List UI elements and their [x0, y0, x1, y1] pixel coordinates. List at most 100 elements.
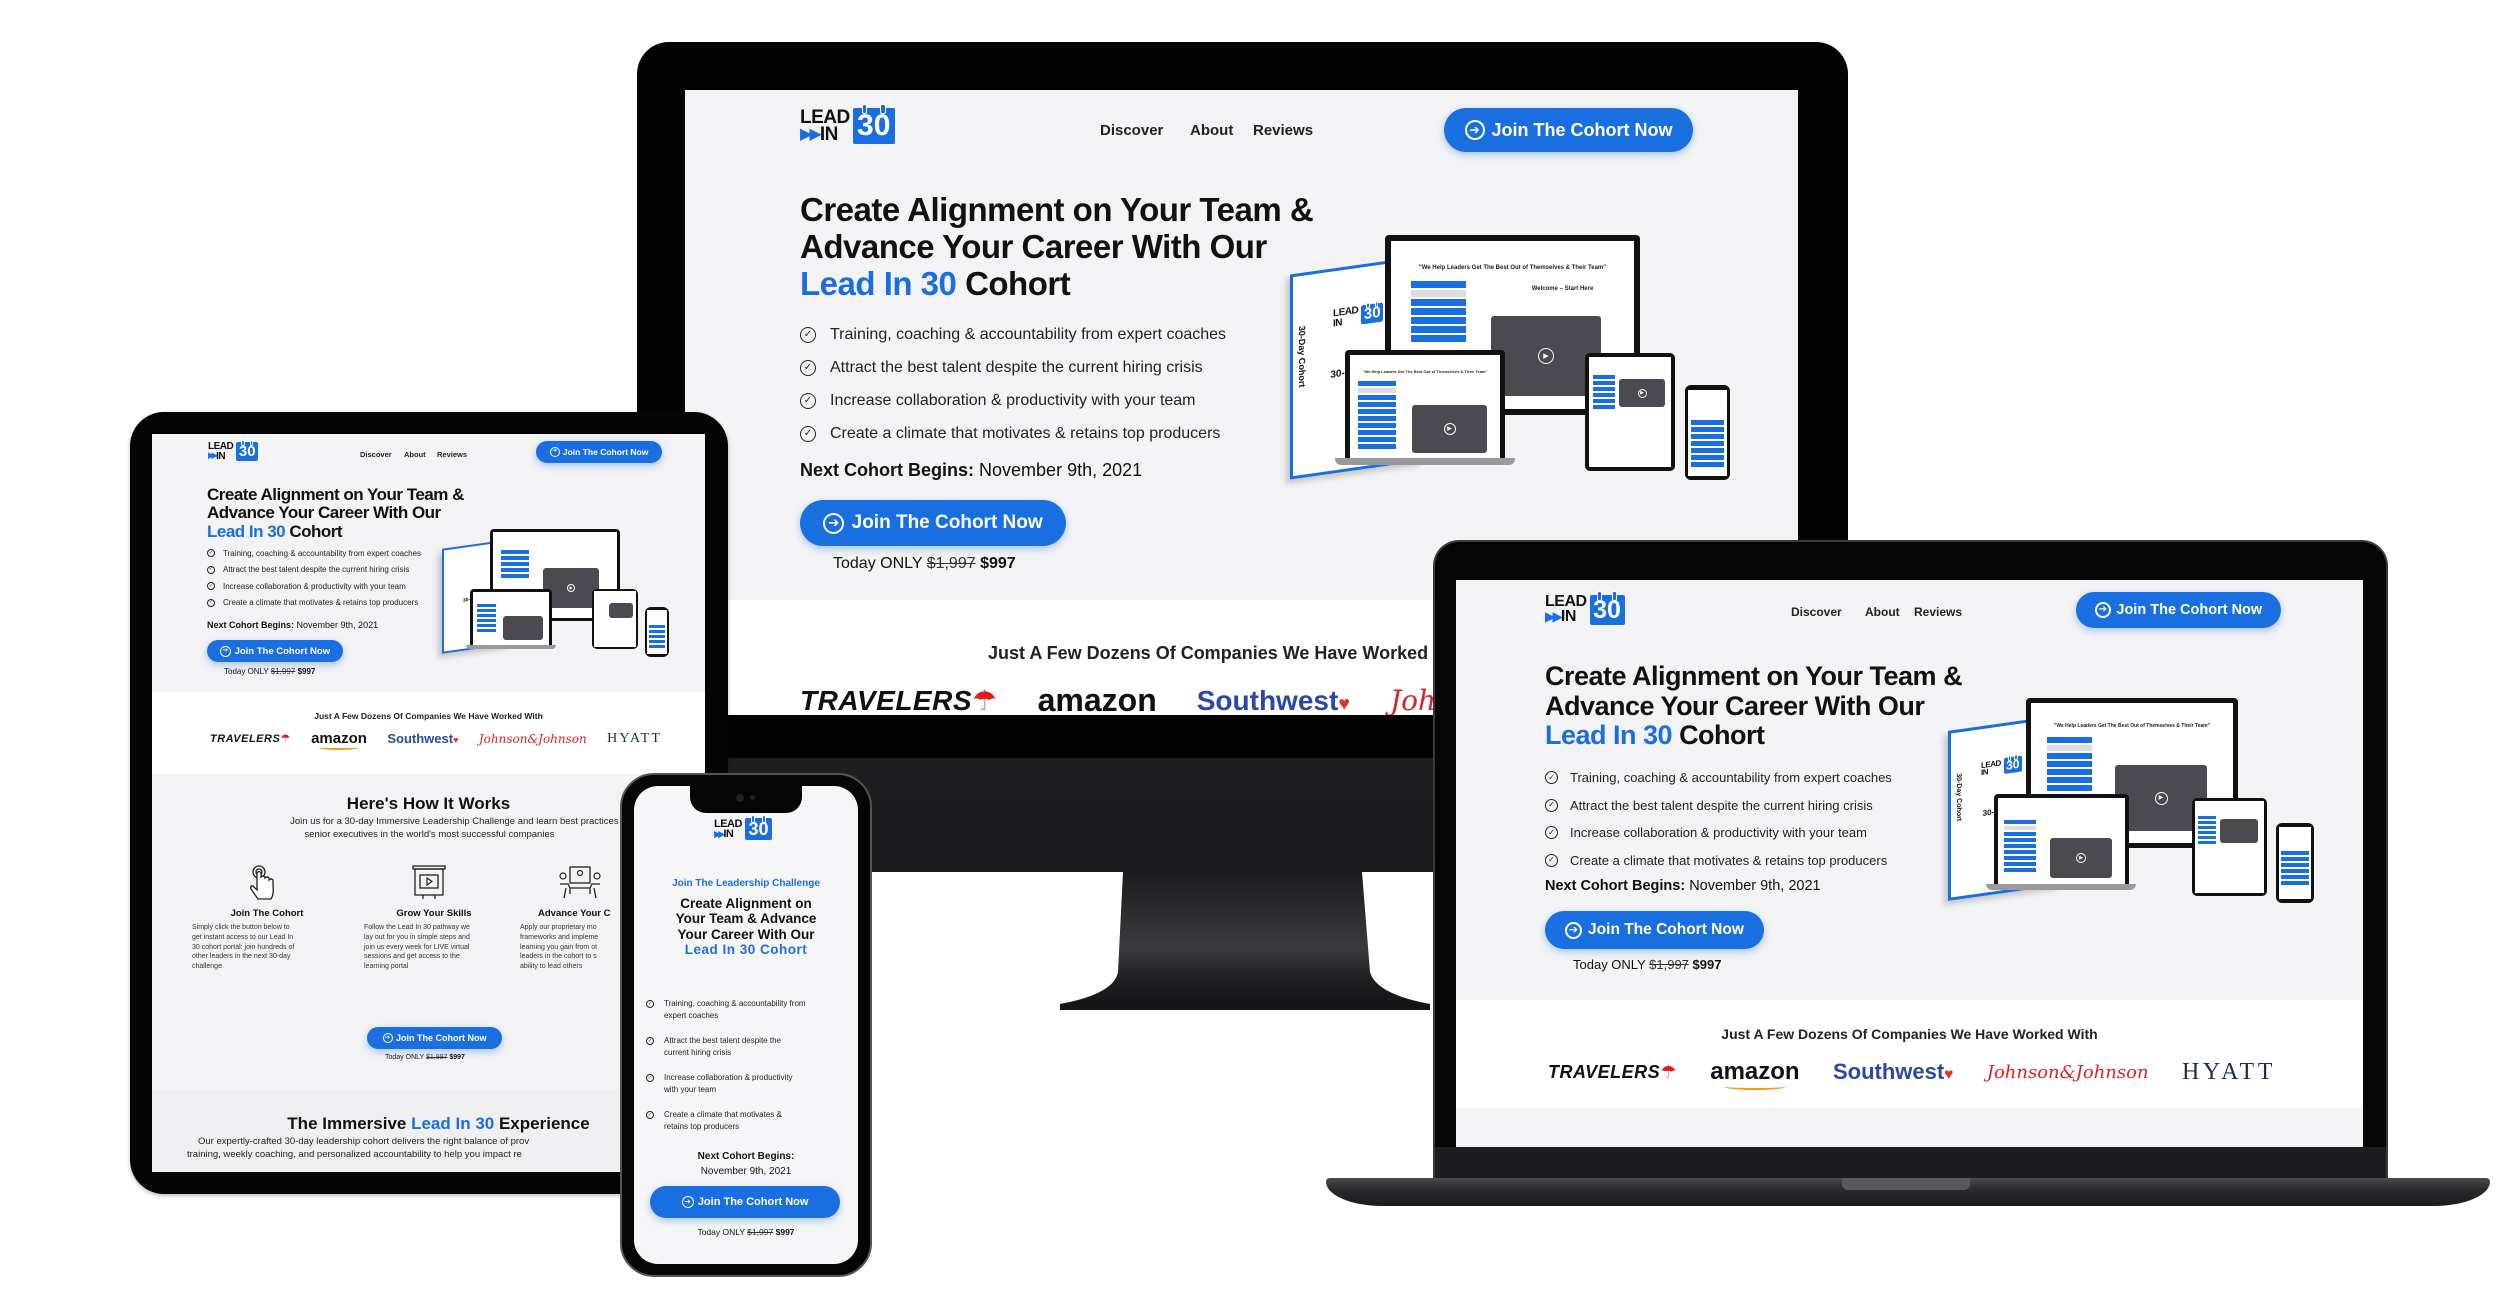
price-new: $997 [775, 1227, 795, 1237]
tap-hand-icon [250, 865, 274, 900]
companies-title: Just A Few Dozens Of Companies We Have W… [1721, 1026, 2098, 1042]
benefit-item: ✓ Create a climate that motivates & retai… [1545, 847, 1892, 875]
nav-reviews[interactable]: Reviews [437, 450, 467, 459]
benefit-line: current hiring crisis [664, 1048, 732, 1058]
check-circle-icon: ✓ [1545, 853, 1558, 867]
laptop-trackpad-notch [1842, 1178, 1970, 1190]
logo-text: TRAVELERS [800, 685, 972, 715]
next-cohort-label: Next Cohort Begins: [800, 460, 975, 480]
logo-travelers: TRAVELERS☂ [800, 684, 998, 715]
companies-title: Just A Few Dozens Of Companies We Have W… [988, 643, 1472, 663]
logo-word-in: IN [1560, 608, 1577, 625]
price-new: $997 [449, 1054, 465, 1061]
nav-about[interactable]: About [404, 450, 426, 459]
brand-logo[interactable]: LEAD ▶▶ IN 30 [714, 815, 772, 840]
hero-join-cohort-button[interactable]: ➔ Join The Cohort Now [800, 500, 1066, 546]
umbrella-icon: ☂ [280, 733, 291, 745]
brand-logo[interactable]: LEAD ▶▶ IN 30 [208, 439, 259, 461]
benefit-line: with your team [664, 1085, 717, 1095]
benefit-item: ✓ Create a climate that motivates & retain… [646, 1109, 806, 1146]
mockup-tablet [2192, 798, 2267, 896]
logo-number: 30 [748, 819, 769, 839]
mockup-laptop-base [1986, 884, 2136, 890]
next-cohort-date: November 9th, 2021 [1689, 878, 1821, 894]
mockup-laptop [470, 589, 552, 645]
calendar-icon: 30 [1361, 302, 1384, 325]
experience-text: Our expertly-crafted 30-day leadership c… [187, 1136, 529, 1162]
mobile-join-cohort-button[interactable]: ➔ Join The Cohort Now [650, 1186, 840, 1218]
mobile-hero-title: Create Alignment on Your Team & Advance … [634, 896, 858, 958]
nav-discover[interactable]: Discover [1100, 122, 1163, 139]
brand-logo[interactable]: LEAD ▶▶ IN 30 [1545, 591, 1625, 625]
button-label: Join The Cohort Now [2116, 602, 2263, 618]
button-label: Join The Cohort Now [1491, 119, 1673, 140]
nav-about[interactable]: About [1190, 122, 1233, 139]
mockup-laptop-base [1335, 458, 1515, 465]
header-join-cohort-button[interactable]: ➔ Join The Cohort Now [536, 441, 662, 463]
price-line: Today ONLY $1,997 $997 [224, 667, 315, 676]
benefit-text: Training, coaching & accountability from… [1570, 770, 1892, 786]
logo-amazon: amazon [1038, 682, 1157, 715]
next-cohort-date: November 9th, 2021 [296, 620, 379, 630]
nav-discover[interactable]: Discover [1791, 605, 1842, 619]
step-text: Follow the Lead In 30 pathway we lay out … [364, 923, 504, 972]
benefit-text: Training, coaching & accountability from… [664, 998, 806, 1023]
logo-word-in: IN [723, 828, 734, 840]
nav-reviews[interactable]: Reviews [1253, 122, 1313, 139]
brand-logo[interactable]: LEAD ▶▶ IN 30 [800, 103, 895, 145]
step-join: Join The Cohort Simply click the button … [192, 864, 337, 972]
product-mockup-image: 30-Day Cohort ▶ [440, 529, 680, 669]
hero-title: Create Alignment on Your Team & Advance … [1545, 661, 1963, 751]
mockup-headline: "We Help Leaders Get The Best Out of The… [1418, 265, 1607, 271]
mockup-tablet [592, 589, 638, 649]
logo-word-in: IN [1333, 316, 1342, 329]
logo-word-in: IN [819, 124, 839, 145]
logo-amazon: amazon [311, 730, 367, 750]
benefit-text: Increase collaboration & productivity wi… [223, 581, 406, 591]
nav-about[interactable]: About [1865, 605, 1900, 619]
next-cohort-label: Next Cohort Begins: [1545, 878, 1686, 894]
benefit-line: Create a climate that motivates & [664, 1110, 782, 1119]
check-circle-icon: ✓ [800, 326, 816, 343]
play-icon: ▶ [1443, 423, 1456, 435]
benefit-item: ✓ Attract the best talent despite the curr… [646, 1035, 806, 1072]
nav-reviews[interactable]: Reviews [1914, 605, 1962, 619]
benefit-item: ✓ Increase collaboration & productivity w… [1545, 819, 1892, 847]
how-it-works-join-button[interactable]: ➔ Join The Cohort Now [367, 1027, 502, 1049]
box-spine-label: 30-Day Cohort [1297, 324, 1307, 388]
logo-travelers: TRAVELERS☂ [210, 732, 291, 745]
step-line: sessions and get access to the [364, 953, 460, 961]
check-circle-icon: ✓ [207, 582, 215, 591]
calendar-icon: 30 [1589, 591, 1625, 625]
check-circle-icon: ✓ [1545, 826, 1558, 840]
experience-line: training, weekly coaching, and personali… [187, 1148, 522, 1160]
header-join-cohort-button[interactable]: ➔ Join The Cohort Now [2076, 592, 2281, 628]
benefit-item: ✓ Training, coaching & accountability fro… [646, 998, 806, 1035]
calendar-icon: 30 [2003, 755, 2022, 775]
hero-join-cohort-button[interactable]: ➔ Join The Cohort Now [207, 640, 343, 662]
hero-benefits-list: ✓ Training, coaching & accountability fro… [1545, 764, 1892, 874]
mockup-phone [1685, 385, 1730, 480]
benefit-text: Increase collaboration & productivity wi… [830, 391, 1196, 409]
box-logo: LEAD IN 30 [1333, 302, 1384, 329]
logo-johnson-johnson: Johnson&Johnson [1986, 1061, 2149, 1083]
benefit-item: ✓ Create a climate that motivates & retai… [207, 595, 421, 612]
logo-text: Southwest [387, 731, 454, 746]
benefit-text: Increase collaboration & productivity wit… [664, 1072, 793, 1097]
mockup-video: ▶ [2050, 838, 2112, 878]
hero-join-cohort-button[interactable]: ➔ Join The Cohort Now [1545, 911, 1764, 949]
logo-hyatt: HYATT [2181, 1058, 2276, 1085]
hero-title-line: Your Career With Our [677, 926, 815, 942]
next-cohort: Next Cohort Begins: November 9th, 2021 [1545, 878, 1821, 894]
check-circle-icon: ✓ [1545, 771, 1558, 785]
price-line: Today ONLY $1,997 $997 [833, 555, 1016, 573]
button-label: Join The Cohort Now [395, 1033, 487, 1043]
benefit-item: ✓ Attract the best talent despite the cur… [207, 562, 421, 579]
price-old: $1,997 [1649, 957, 1689, 972]
hero-benefits-list: ✓ Training, coaching & accountability fro… [800, 318, 1226, 450]
logo-word-in: IN [1981, 767, 1988, 778]
next-cohort-label: Next Cohort Begins: [207, 620, 295, 630]
umbrella-icon: ☂ [1660, 1061, 1677, 1082]
nav-discover[interactable]: Discover [360, 450, 392, 459]
header-join-cohort-button[interactable]: ➔ Join The Cohort Now [1444, 108, 1693, 152]
